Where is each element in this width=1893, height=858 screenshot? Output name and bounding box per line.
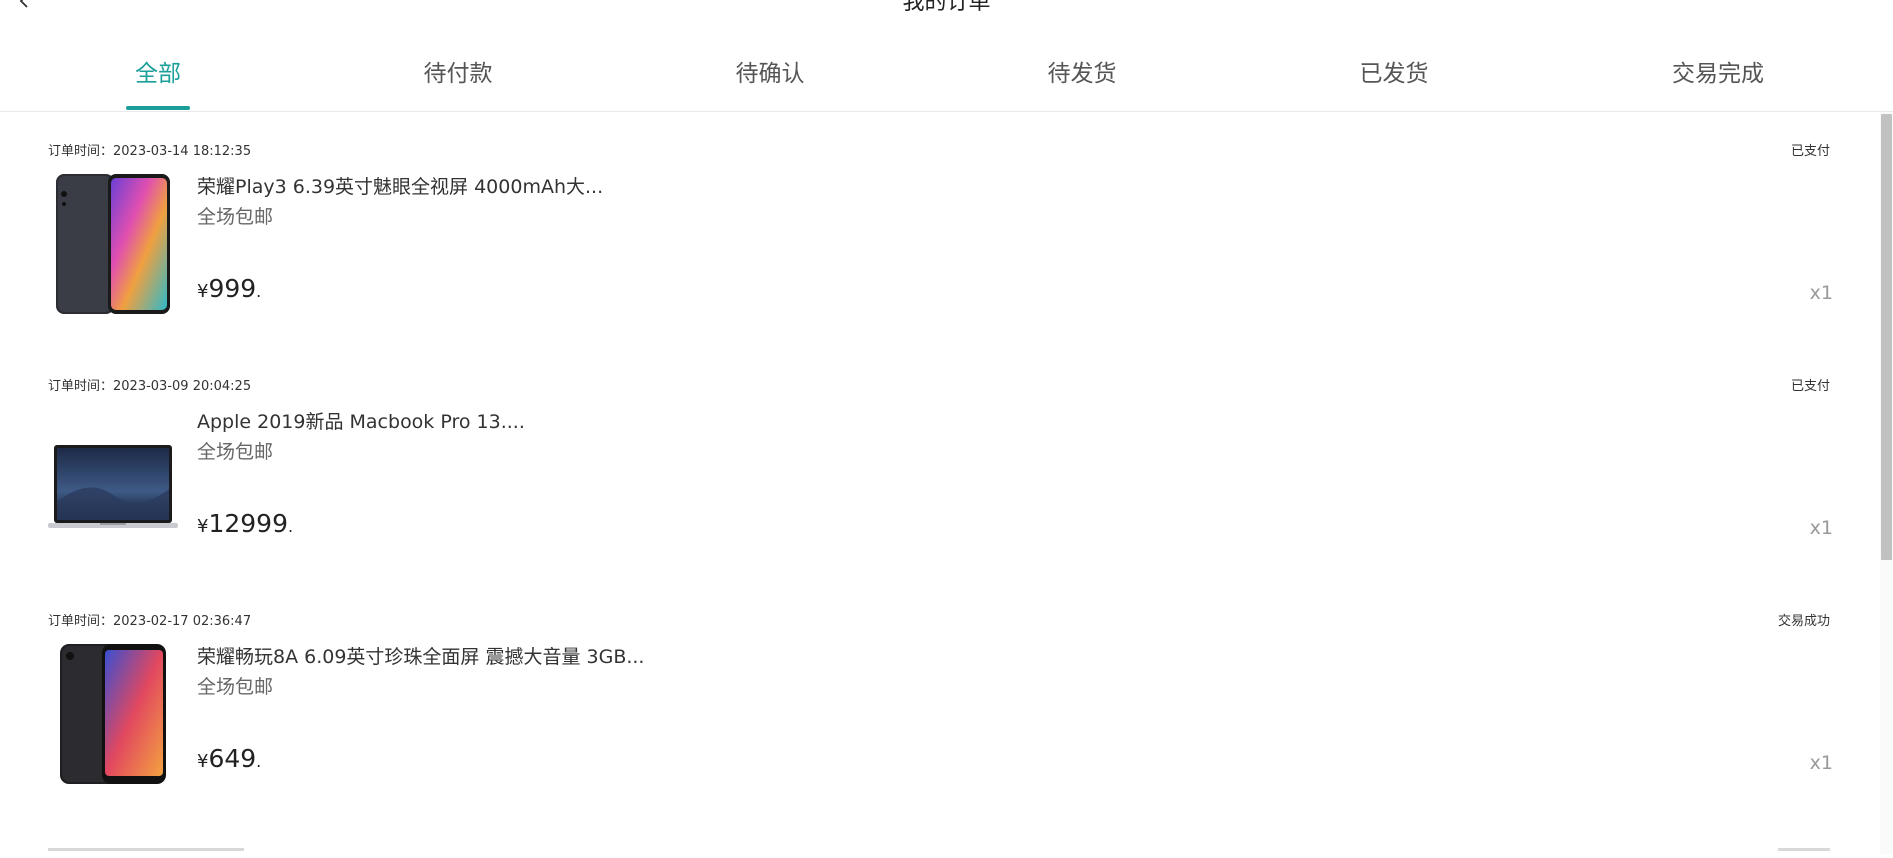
- order-time: 订单时间：2023-03-14 18:12:35: [48, 144, 251, 160]
- currency-symbol: ¥: [197, 751, 209, 772]
- top-bar: 我的订单 ···: [0, 0, 1893, 39]
- scrollbar-thumb[interactable]: [1881, 114, 1892, 560]
- order-status: 交易成功: [1777, 614, 1830, 629]
- quantity: x1: [1809, 282, 1833, 304]
- order-time: 订单时间：2023-03-09 20:04:25: [48, 379, 251, 395]
- phone-product-icon: [56, 174, 170, 314]
- currency-symbol: ¥: [197, 516, 209, 537]
- order-status-partial: [1778, 848, 1830, 851]
- product-price: ¥999.: [197, 274, 261, 307]
- order-time-value: 2023-02-17 02:36:47: [113, 614, 252, 629]
- order-card[interactable]: 订单时间：2023-03-14 18:12:35 已支付 荣耀Play3 6.3…: [0, 144, 1880, 344]
- product-price: ¥649.: [197, 744, 261, 777]
- order-time-value: 2023-03-14 18:12:35: [113, 144, 252, 159]
- tab-all[interactable]: 全部: [135, 38, 181, 111]
- product-thumbnail[interactable]: [48, 407, 178, 553]
- shipping-note: 全场包邮: [197, 676, 274, 698]
- tab-pending-confirm[interactable]: 待确认: [736, 38, 805, 111]
- order-card[interactable]: 订单时间：2023-03-09 20:04:25 已支付 Apple 2019新…: [0, 379, 1880, 579]
- order-status: 已支付: [1790, 144, 1830, 159]
- order-time: 订单时间：2023-02-17 02:36:47: [48, 614, 251, 630]
- tab-pending-shipment[interactable]: 待发货: [1048, 38, 1117, 111]
- tab-completed[interactable]: 交易完成: [1672, 38, 1764, 111]
- price-amount: 999: [208, 274, 257, 303]
- order-time-label: 订单时间：: [48, 614, 114, 629]
- order-status: 已支付: [1790, 379, 1830, 394]
- product-thumbnail[interactable]: [48, 172, 178, 318]
- quantity: x1: [1809, 752, 1833, 774]
- next-order-partial: [0, 848, 1880, 858]
- price-amount: 12999: [208, 509, 288, 538]
- tab-pending-payment[interactable]: 待付款: [424, 38, 493, 111]
- more-options-button[interactable]: ···: [1863, 0, 1878, 8]
- order-tabs: 全部 待付款 待确认 待发货 已发货 交易完成: [0, 38, 1893, 112]
- price-suffix: .: [256, 282, 262, 301]
- order-time-value: 2023-03-09 20:04:25: [113, 379, 252, 394]
- page-title: 我的订单: [902, 0, 991, 15]
- price-suffix: .: [287, 517, 294, 536]
- product-thumbnail[interactable]: [48, 642, 178, 788]
- product-price: ¥12999.: [197, 509, 293, 542]
- order-time-label: 订单时间：: [48, 144, 114, 159]
- product-title[interactable]: Apple 2019新品 Macbook Pro 13....: [197, 409, 525, 435]
- shipping-note: 全场包邮: [197, 441, 274, 463]
- laptop-product-icon: [48, 445, 178, 528]
- shipping-note: 全场包邮: [197, 206, 274, 228]
- product-title[interactable]: 荣耀Play3 6.39英寸魅眼全视屏 4000mAh大...: [197, 174, 603, 200]
- order-time-partial: [48, 848, 244, 851]
- quantity: x1: [1809, 517, 1833, 539]
- price-suffix: .: [256, 752, 262, 771]
- price-amount: 649: [208, 744, 257, 773]
- phone-product-icon: [60, 644, 166, 784]
- tab-shipped[interactable]: 已发货: [1360, 38, 1429, 111]
- product-title[interactable]: 荣耀畅玩8A 6.09英寸珍珠全面屏 震撼大音量 3GB...: [197, 644, 644, 670]
- order-card[interactable]: 订单时间：2023-02-17 02:36:47 交易成功 荣耀畅玩8A 6.0…: [0, 614, 1880, 814]
- order-time-label: 订单时间：: [48, 379, 114, 394]
- currency-symbol: ¥: [197, 281, 209, 302]
- active-tab-indicator: [126, 106, 190, 110]
